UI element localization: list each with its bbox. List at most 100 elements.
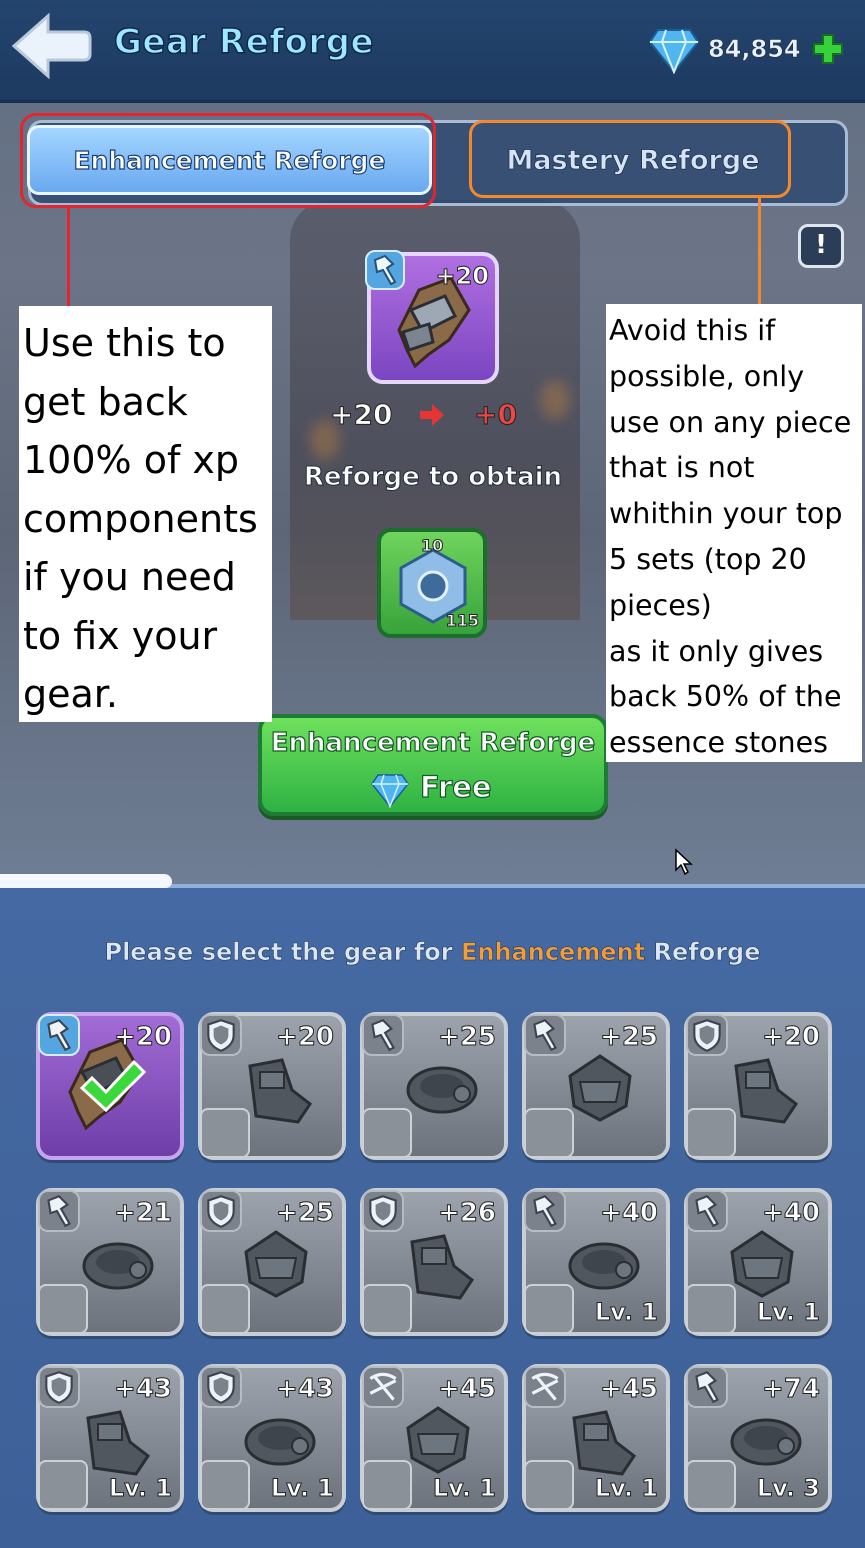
hero-avatar <box>38 1460 88 1510</box>
gear-item[interactable]: +26 <box>360 1188 508 1336</box>
header-bar: Gear Reforge 84,854 <box>0 0 865 103</box>
plus-icon <box>813 34 843 64</box>
gear-plus-level: +40 <box>600 1198 659 1229</box>
current-gear-level: +20 <box>435 262 490 291</box>
shield-icon <box>38 1366 80 1408</box>
level-to: +0 <box>474 398 518 432</box>
note-line: components <box>23 496 258 541</box>
annotation-red-line <box>67 208 70 308</box>
gear-item[interactable]: +20 <box>684 1012 832 1160</box>
hero-avatar <box>362 1284 412 1334</box>
hero-level: Lv. 1 <box>432 1474 496 1503</box>
gear-item[interactable]: +40 Lv. 1 <box>522 1188 670 1336</box>
gear-item[interactable]: +45 Lv. 1 <box>360 1364 508 1512</box>
hammer-icon <box>524 1014 566 1056</box>
annotation-orange-line <box>758 198 761 304</box>
note-line: use on any piece <box>609 405 852 439</box>
back-arrow-icon <box>11 12 92 80</box>
hero-level: Lv. 1 <box>594 1298 658 1327</box>
gear-item[interactable]: +25 <box>198 1188 346 1336</box>
gear-plus-level: +40 <box>762 1198 821 1229</box>
hero-avatar <box>686 1284 736 1334</box>
info-button[interactable]: ! <box>798 224 844 268</box>
hammer-icon <box>686 1366 728 1408</box>
back-button[interactable] <box>10 12 92 80</box>
note-line: Use this to <box>23 321 226 365</box>
hero-avatar <box>686 1108 736 1158</box>
gear-item[interactable]: +25 <box>360 1012 508 1160</box>
hero-level: Lv. 3 <box>756 1474 820 1503</box>
gear-plus-level: +25 <box>276 1198 335 1229</box>
reforge-button-cost: Free <box>419 769 492 804</box>
hero-avatar <box>200 1284 250 1334</box>
level-change-row: +20 +0 <box>329 396 530 436</box>
gear-item[interactable]: +40 Lv. 1 <box>684 1188 832 1336</box>
gear-plus-level: +26 <box>438 1198 497 1229</box>
note-line: possible, only <box>609 359 805 393</box>
annotation-orange-box <box>469 120 791 198</box>
hero-avatar <box>200 1108 250 1158</box>
info-icon: ! <box>815 230 827 260</box>
level-from: +20 <box>329 398 393 432</box>
gear-plus-level: +43 <box>114 1374 173 1405</box>
gear-plus-level: +45 <box>600 1374 659 1405</box>
hammer-icon <box>38 1190 80 1232</box>
gear-plus-level: +74 <box>762 1374 821 1405</box>
note-line: gear. <box>23 672 118 716</box>
note-line: that is not <box>609 451 755 485</box>
shield-icon <box>362 1190 404 1232</box>
note-line: get back <box>23 379 188 424</box>
page-title: Gear Reforge <box>113 21 375 63</box>
mouse-cursor-icon <box>675 848 693 876</box>
annotation-note-left: Use this to get back 100% of xp componen… <box>19 306 272 722</box>
gear-plus-level: +43 <box>276 1374 335 1405</box>
snow-decoration <box>0 874 172 888</box>
add-gems-button[interactable] <box>812 33 844 65</box>
gem-count-value: 84,854 <box>708 35 801 64</box>
gear-plus-level: +25 <box>600 1022 659 1053</box>
gear-item[interactable]: +45 Lv. 1 <box>522 1364 670 1512</box>
gear-item[interactable]: +20 <box>198 1012 346 1160</box>
enhancement-reforge-button[interactable]: Enhancement Reforge Free <box>258 714 608 816</box>
shield-icon <box>200 1366 242 1408</box>
current-gear-card: +20 <box>365 250 499 384</box>
reward-bottom-count: 115 <box>445 611 479 631</box>
reward-top-count: 10 <box>420 536 444 556</box>
reforge-button-label: Enhancement Reforge <box>270 727 596 758</box>
select-prompt: Please select the gear for Enhancement R… <box>0 938 865 967</box>
reforge-obtain-label: Reforge to obtain <box>303 462 563 493</box>
note-line: back 50% of the <box>609 680 842 714</box>
hero-avatar <box>200 1460 250 1510</box>
hero-avatar <box>38 1284 88 1334</box>
arrow-right-icon <box>420 404 444 426</box>
gem-icon <box>371 774 409 808</box>
gear-item[interactable]: +74 Lv. 3 <box>684 1364 832 1512</box>
gear-item[interactable]: +43 Lv. 1 <box>198 1364 346 1512</box>
gear-plus-level: +20 <box>762 1022 821 1053</box>
hero-avatar <box>524 1108 574 1158</box>
hero-avatar <box>524 1460 574 1510</box>
gear-item[interactable]: +20 <box>36 1012 184 1160</box>
gear-item[interactable]: +21 <box>36 1188 184 1336</box>
hero-avatar <box>362 1108 412 1158</box>
note-line: 5 sets (top 20 <box>609 542 807 576</box>
note-line: essence stones <box>609 726 828 760</box>
hammer-icon <box>38 1014 80 1056</box>
note-line: Avoid this if <box>609 314 776 347</box>
hammer-icon <box>362 1014 404 1056</box>
gear-plus-level: +20 <box>276 1022 335 1053</box>
hero-level: Lv. 1 <box>270 1474 334 1503</box>
note-line: pieces) <box>609 588 712 622</box>
gear-plus-level: +21 <box>114 1198 173 1229</box>
note-line: whithin your top <box>609 497 843 531</box>
gear-item[interactable]: +43 Lv. 1 <box>36 1364 184 1512</box>
select-prompt-suffix: Reforge <box>645 938 761 967</box>
hammer-icon <box>365 250 405 290</box>
note-line: to fix your <box>23 613 218 658</box>
crossbow-icon <box>362 1366 404 1408</box>
gear-item[interactable]: +25 <box>522 1012 670 1160</box>
shield-icon <box>200 1014 242 1056</box>
hero-level: Lv. 1 <box>108 1474 172 1503</box>
gear-plus-level: +20 <box>114 1022 173 1053</box>
background-glow <box>540 380 570 420</box>
